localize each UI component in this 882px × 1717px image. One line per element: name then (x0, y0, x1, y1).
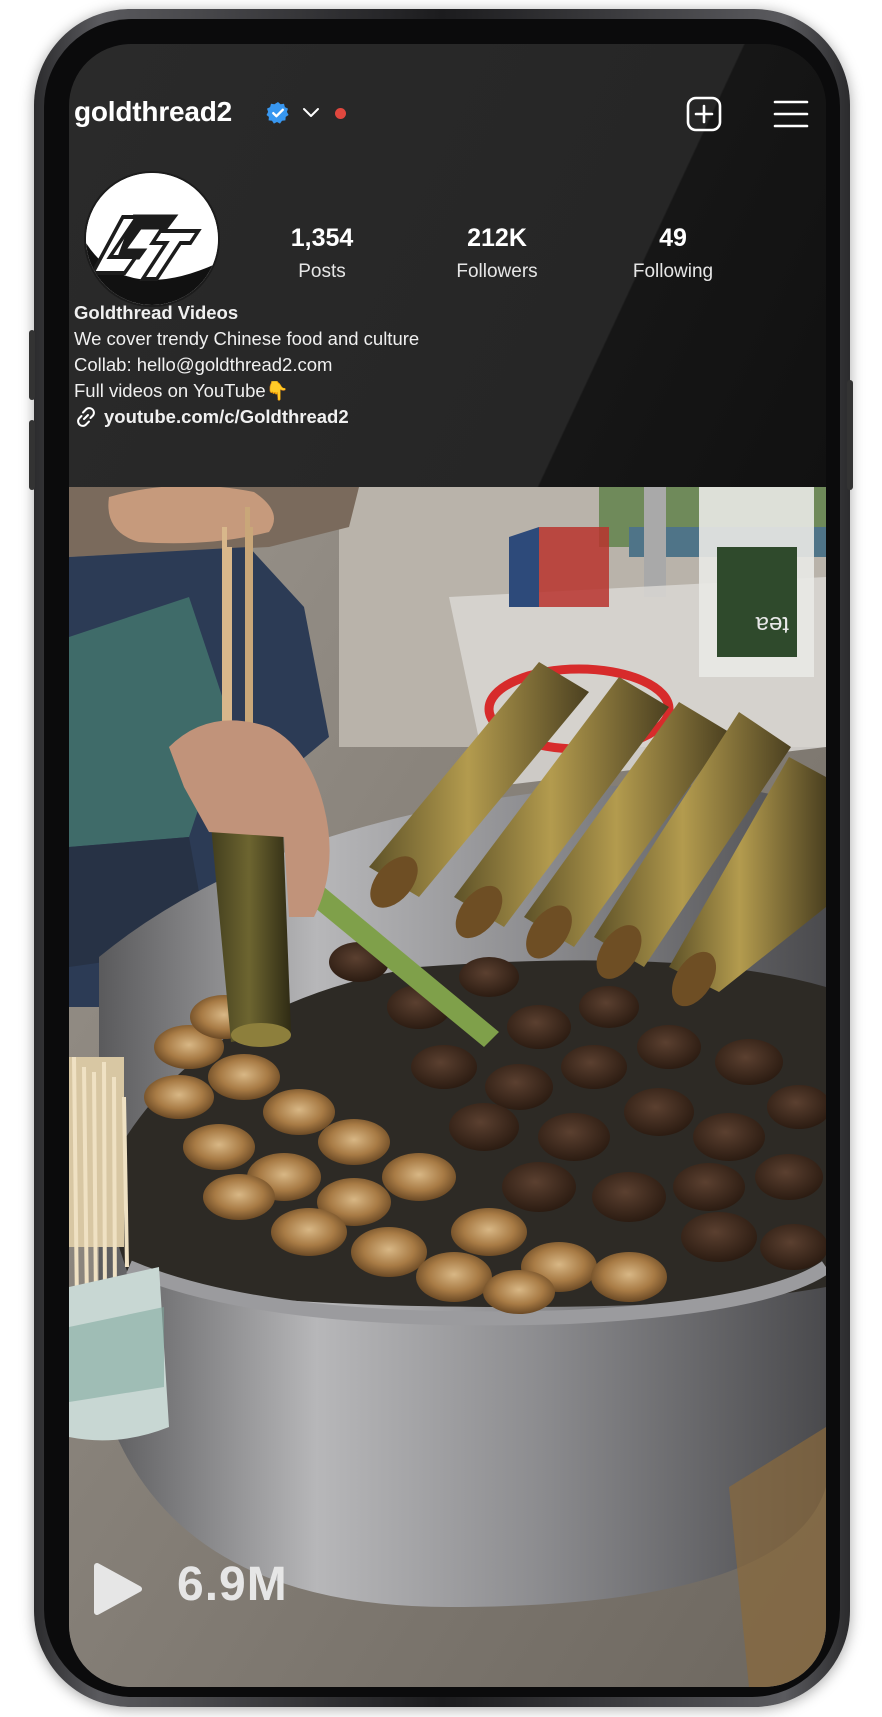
power-button (847, 380, 853, 490)
goldthread-logo (86, 173, 218, 305)
play-icon[interactable] (93, 1562, 143, 1616)
bio-line: We cover trendy Chinese food and culture (74, 328, 420, 349)
video-player[interactable]: tea 6.9M (69, 487, 826, 1687)
display-name: Goldthread Videos (74, 302, 239, 323)
profile-header: goldthread2 1,354 Posts 212K Followers 4… (69, 44, 826, 487)
bio-link[interactable]: youtube.com/c/Goldthread2 (74, 404, 419, 430)
bio-line: Full videos on YouTube👇 (74, 380, 289, 401)
video-thumbnail: tea (69, 487, 826, 1687)
stat-posts[interactable]: 1,354 Posts (252, 224, 392, 283)
cup-label: tea (755, 611, 789, 638)
followers-label: Followers (456, 261, 538, 282)
followers-count: 212K (467, 224, 527, 252)
volume-button (29, 420, 35, 490)
stat-followers[interactable]: 212K Followers (427, 224, 567, 283)
bio-line: Collab: hello@goldthread2.com (74, 354, 333, 375)
phone-screen: goldthread2 1,354 Posts 212K Followers 4… (69, 44, 826, 1687)
top-bar: goldthread2 (69, 96, 826, 136)
posts-count: 1,354 (290, 224, 354, 252)
bio-link-text: youtube.com/c/Goldthread2 (104, 406, 349, 427)
notification-dot (335, 108, 346, 119)
link-icon (77, 407, 95, 427)
hamburger-menu-icon[interactable] (773, 98, 809, 130)
following-label: Following (632, 261, 714, 282)
plus-square-icon[interactable] (686, 96, 722, 132)
posts-label: Posts (298, 261, 346, 282)
volume-button (29, 330, 35, 400)
verified-badge-icon (266, 102, 289, 124)
view-count: 6.9M (177, 1558, 288, 1611)
stat-following[interactable]: 49 Following (603, 224, 743, 283)
following-count: 49 (659, 224, 687, 252)
avatar[interactable] (84, 171, 220, 307)
bio: Goldthread Videos We cover trendy Chines… (74, 300, 419, 430)
username[interactable]: goldthread2 (74, 96, 232, 128)
chevron-down-icon[interactable] (302, 105, 320, 121)
